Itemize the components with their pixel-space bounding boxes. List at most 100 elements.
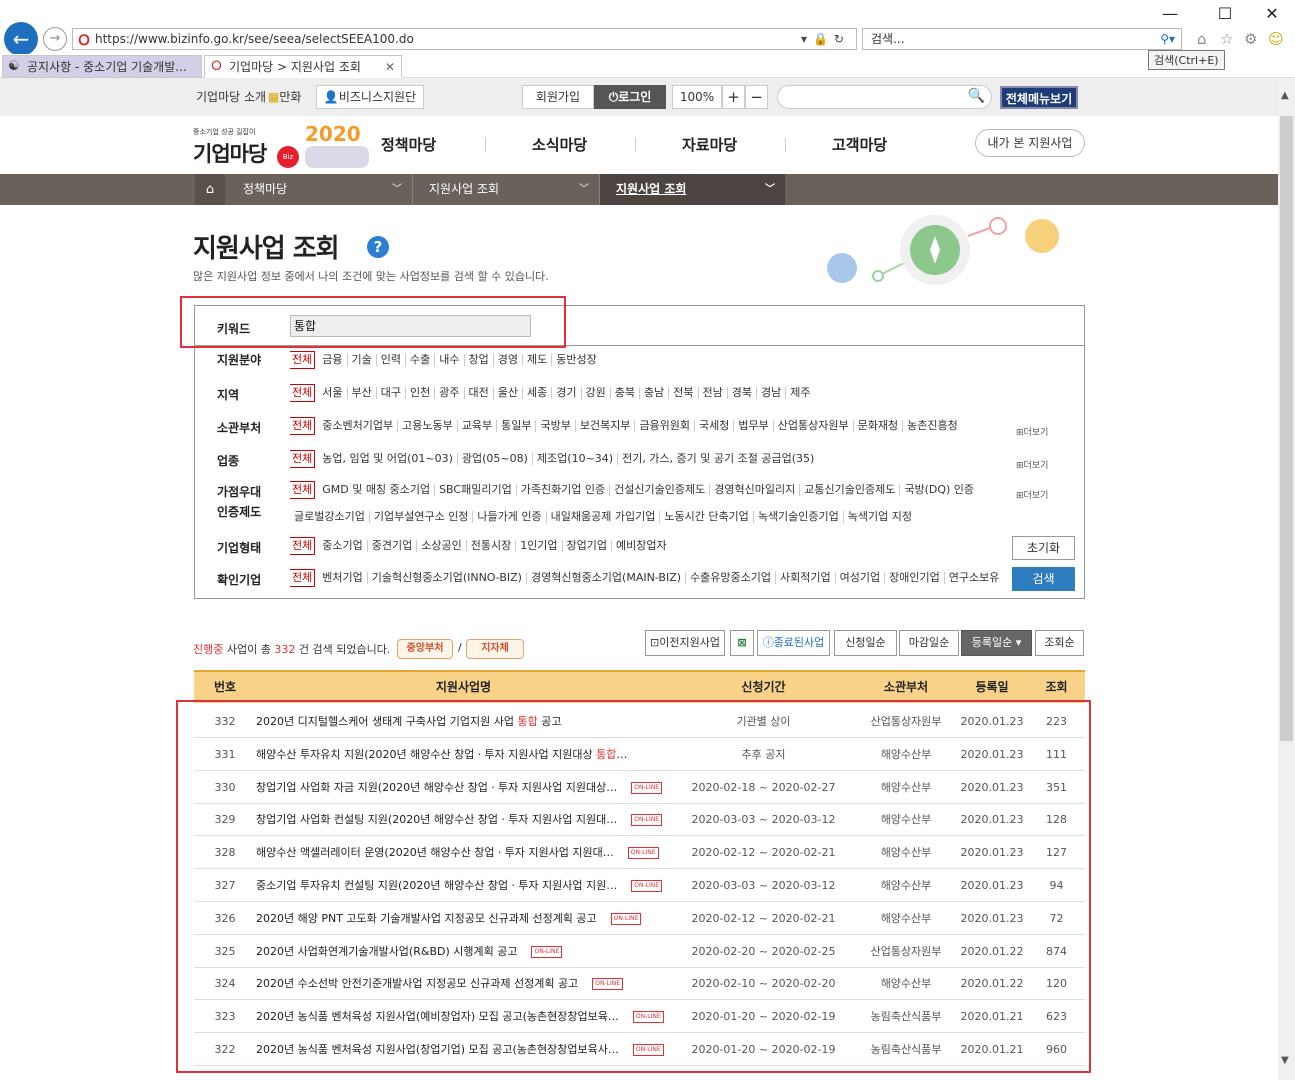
- filter-option[interactable]: 전북: [668, 387, 697, 399]
- home-icon[interactable]: ⌂: [195, 174, 225, 205]
- filter-option[interactable]: 여성기업: [834, 572, 884, 584]
- filter-option[interactable]: 중소벤처기업부: [318, 420, 397, 432]
- filter-option[interactable]: 수출: [405, 354, 434, 366]
- filter-option[interactable]: 부산: [346, 387, 376, 399]
- back-arrow-icon[interactable]: ←: [4, 22, 38, 56]
- about-link[interactable]: 기업마당 소개: [196, 88, 266, 105]
- more-link[interactable]: ⊞더보기: [1016, 488, 1048, 501]
- filter-option[interactable]: 경남: [756, 387, 785, 399]
- filter-option[interactable]: 창업: [463, 354, 493, 366]
- filter-option[interactable]: 연구소보유: [943, 572, 1004, 584]
- filter-option[interactable]: 동반성장: [551, 354, 600, 366]
- filter-option[interactable]: 장애인기업: [884, 572, 944, 584]
- filter-option[interactable]: 소상공인: [416, 540, 465, 552]
- filter-option[interactable]: 기술혁신형중소기업(INNO-BIZ): [366, 572, 526, 584]
- close-icon[interactable]: ✕: [1252, 4, 1292, 23]
- filter-option[interactable]: 전통시장: [465, 540, 515, 552]
- nav-customer[interactable]: 고객마당: [832, 134, 887, 155]
- filter-option[interactable]: 울산: [492, 387, 522, 399]
- filter-all-option[interactable]: 전체: [290, 450, 316, 468]
- filter-option[interactable]: 금융위원회: [634, 420, 694, 432]
- tab-support-search[interactable]: Ｏ 기업마당 > 지원사업 조회 ✕: [204, 55, 402, 78]
- filter-option[interactable]: 보건복지부: [574, 420, 635, 432]
- filter-option[interactable]: 전기, 가스, 증기 및 공기 조절 공급업(35): [617, 453, 818, 465]
- filter-option[interactable]: 제주: [785, 387, 814, 399]
- page-scrollbar[interactable]: ▲ ▼: [1278, 78, 1295, 1080]
- filter-option[interactable]: 산업통상자원부: [772, 420, 853, 432]
- filter-option[interactable]: 경기: [551, 387, 580, 399]
- all-menu-button[interactable]: 전체메뉴보기: [1000, 86, 1078, 109]
- filter-option[interactable]: 법무부: [733, 420, 772, 432]
- filter-option[interactable]: 금융: [318, 354, 346, 366]
- join-button[interactable]: 회원가입: [522, 85, 594, 109]
- search-button[interactable]: 검색: [1012, 567, 1075, 591]
- filter-option[interactable]: 중견기업: [366, 540, 416, 552]
- filter-option[interactable]: 국방(DQ) 인증: [899, 484, 978, 496]
- reset-button[interactable]: 초기화: [1012, 536, 1075, 560]
- filter-option[interactable]: 수출유망중소기업: [685, 572, 775, 584]
- browser-search-input[interactable]: 검색... ⚲▾: [862, 28, 1182, 50]
- filter-option[interactable]: 인력: [375, 354, 405, 366]
- site-logo[interactable]: 중소기업 성공 길잡이 기업마당 Biz info 2020: [193, 122, 373, 183]
- filter-option[interactable]: 건설신기술인증제도: [609, 484, 709, 496]
- forward-arrow-icon[interactable]: →: [43, 27, 67, 51]
- filter-option[interactable]: 광업(05~08): [456, 453, 532, 465]
- login-button[interactable]: ⏻로그인: [594, 85, 666, 109]
- filter-all-option[interactable]: 전체: [290, 417, 316, 435]
- nav-news[interactable]: 소식마당: [532, 134, 587, 155]
- local-badge[interactable]: 지자체: [466, 639, 524, 659]
- filter-option[interactable]: 창업기업: [561, 540, 611, 552]
- sort-deadline[interactable]: 마감일순: [899, 630, 959, 656]
- filter-all-option[interactable]: 전체: [290, 351, 316, 369]
- filter-all-option[interactable]: 전체: [290, 384, 316, 402]
- minimize-icon[interactable]: —: [1150, 4, 1190, 23]
- filter-option[interactable]: 경영혁신마일리지: [709, 484, 799, 496]
- filter-option[interactable]: 통일부: [496, 420, 535, 432]
- filter-option[interactable]: 농촌진흥청: [902, 420, 962, 432]
- filter-option[interactable]: 내수: [434, 354, 463, 366]
- search-icon[interactable]: ⚲▾: [1160, 29, 1175, 49]
- filter-option[interactable]: 기술: [346, 354, 376, 366]
- scroll-up-icon[interactable]: ▲: [1281, 90, 1289, 101]
- scroll-down-icon[interactable]: ▼: [1281, 1055, 1289, 1066]
- filter-option[interactable]: 충남: [639, 387, 668, 399]
- filter-option[interactable]: 국세청: [694, 420, 733, 432]
- manhwa-link[interactable]: ▦만화: [268, 88, 301, 105]
- search-icon[interactable]: 🔍: [968, 88, 985, 104]
- filter-option[interactable]: SBC패밀리기업: [434, 484, 516, 496]
- filter-option[interactable]: 가족친화기업 인증: [515, 484, 609, 496]
- filter-option[interactable]: 경북: [726, 387, 756, 399]
- nav-resources[interactable]: 자료마당: [682, 134, 737, 155]
- filter-option[interactable]: 인천: [405, 387, 434, 399]
- ended-support-button[interactable]: ⓘ종료된사업: [757, 630, 830, 656]
- filter-option[interactable]: 제도: [522, 354, 551, 366]
- more-link[interactable]: ⊞더보기: [1016, 458, 1048, 471]
- filter-all-option[interactable]: 전체: [290, 481, 316, 499]
- star-icon[interactable]: ☆: [1220, 30, 1233, 48]
- filter-option[interactable]: 서울: [318, 387, 346, 399]
- filter-option[interactable]: 나들가게 인증: [472, 511, 545, 523]
- site-search-input[interactable]: 🔍: [777, 85, 992, 109]
- filter-option[interactable]: 노동시간 단축기업: [659, 511, 752, 523]
- gear-icon[interactable]: ⚙: [1244, 30, 1257, 48]
- filter-option[interactable]: 중소기업: [318, 540, 366, 552]
- filter-option[interactable]: 벤처기업: [318, 572, 366, 584]
- scroll-thumb[interactable]: [1280, 116, 1293, 741]
- prev-support-button[interactable]: ⊡이전지원사업: [645, 630, 725, 656]
- filter-option[interactable]: 녹색기술인증기업: [752, 511, 843, 523]
- help-icon[interactable]: ?: [367, 236, 389, 258]
- filter-option[interactable]: 문화재청: [852, 420, 902, 432]
- nav-policy[interactable]: 정책마당: [381, 134, 436, 155]
- sort-views[interactable]: 조회순: [1035, 630, 1084, 656]
- filter-option[interactable]: 농업, 임업 및 어업(01~03): [318, 453, 457, 465]
- filter-option[interactable]: 국방부: [535, 420, 574, 432]
- filter-option[interactable]: 글로벌강소기업: [290, 511, 369, 523]
- more-link[interactable]: ⊞더보기: [1016, 425, 1048, 438]
- filter-option[interactable]: 강원: [580, 387, 610, 399]
- central-badge[interactable]: 중앙부처: [397, 639, 453, 659]
- smiley-icon[interactable]: ☺: [1268, 30, 1284, 48]
- filter-option[interactable]: GMD 및 매칭 중소기업: [318, 484, 434, 496]
- sort-apply-date[interactable]: 신청일순: [834, 630, 897, 656]
- home-icon[interactable]: ⌂: [1197, 30, 1207, 48]
- breadcrumb-item[interactable]: 지원사업 조회 ﹀: [413, 174, 599, 205]
